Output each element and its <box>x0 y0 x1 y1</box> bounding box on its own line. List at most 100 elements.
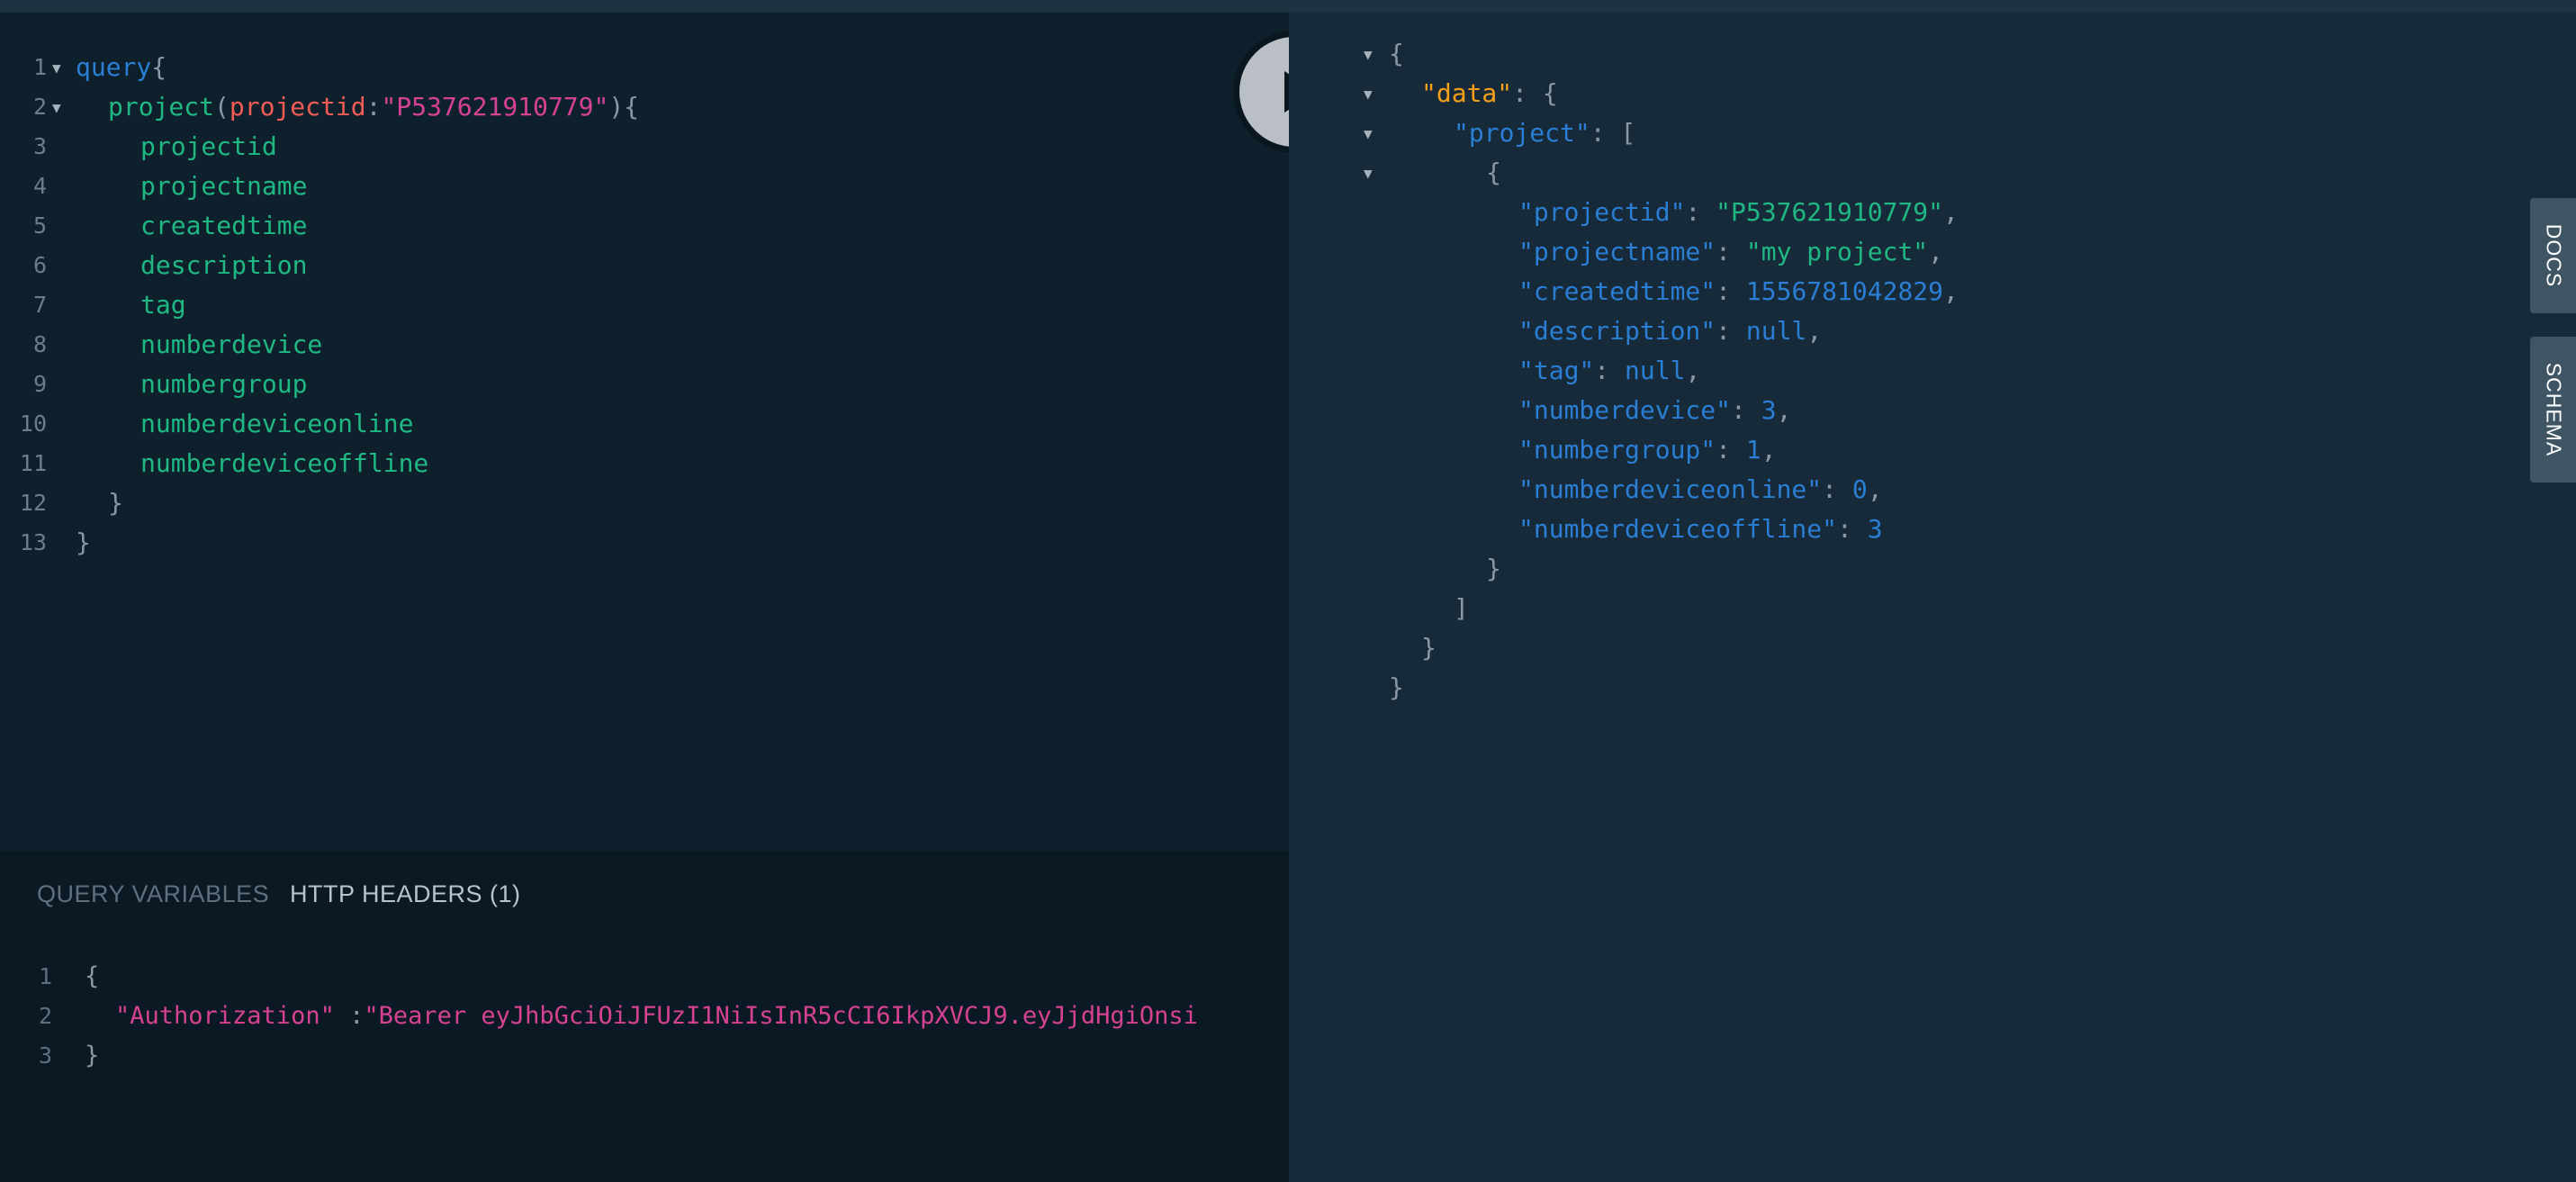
data-key: "data" <box>1421 78 1513 108</box>
comma: , <box>1943 197 1959 227</box>
query-line-2[interactable]: project(projectid:"P537621910779"){ <box>108 87 639 127</box>
result-key: "numbergroup" <box>1518 435 1716 465</box>
docs-tab[interactable]: DOCS <box>2530 198 2576 313</box>
comma: , <box>1806 316 1823 346</box>
top-strip <box>0 0 2576 13</box>
result-project-line: "project": [ <box>1454 113 1635 153</box>
schema-tab[interactable]: SCHEMA <box>2530 337 2576 483</box>
paren-brace: ){ <box>608 92 640 122</box>
line-number: 8 <box>32 331 47 357</box>
line-number: 2 <box>38 1003 52 1029</box>
result-value: 0 <box>1851 474 1868 504</box>
closing-brace[interactable]: } <box>108 483 123 523</box>
result-key: "projectid" <box>1518 197 1686 227</box>
colon: : <box>1716 276 1746 306</box>
comma: , <box>1685 356 1701 385</box>
comma: , <box>1867 474 1883 504</box>
colon: : <box>1716 435 1746 465</box>
query-field[interactable]: projectname <box>140 167 307 206</box>
line-number: 6 <box>32 252 47 278</box>
query-field[interactable]: description <box>140 246 307 285</box>
authorization-header-line[interactable]: "Authorization" :"Bearer eyJhbGciOiJFUzI… <box>115 997 1278 1036</box>
result-value: null <box>1625 356 1686 385</box>
argument-value: "P537621910779" <box>381 92 609 122</box>
comma: , <box>1943 276 1959 306</box>
fold-arrow-icon[interactable]: ▼ <box>1364 34 1373 74</box>
query-field[interactable]: numberdevice <box>140 325 322 365</box>
fold-arrow-icon[interactable]: ▼ <box>1364 113 1373 153</box>
query-field[interactable]: projectid <box>140 127 277 167</box>
colon: : <box>365 92 382 122</box>
line-number: 10 <box>19 411 47 437</box>
fold-arrow-icon[interactable]: ▼ <box>52 48 61 87</box>
tab-query-variables[interactable]: QUERY VARIABLES <box>37 879 269 909</box>
tab-http-headers[interactable]: HTTP HEADERS (1) <box>290 879 521 909</box>
result-close-brace: } <box>1389 672 1404 702</box>
line-number: 5 <box>32 212 47 239</box>
result-open-brace: { <box>1389 39 1404 68</box>
result-field-row: "numberdeviceoffline": 3 <box>1518 510 1883 549</box>
fold-arrow-icon[interactable]: ▼ <box>1364 153 1373 193</box>
fold-arrow-icon[interactable]: ▼ <box>1364 74 1373 113</box>
line-number: 11 <box>19 450 47 476</box>
result-value: 3 <box>1761 395 1777 425</box>
headers-open-brace[interactable]: { <box>85 957 99 997</box>
schema-tab-label: SCHEMA <box>2542 362 2565 457</box>
colon: : <box>1512 78 1543 108</box>
query-line-1[interactable]: query{ <box>76 48 167 87</box>
result-field-row: "tag": null, <box>1518 351 1700 391</box>
result-key: "numberdevice" <box>1518 395 1732 425</box>
header-separator: : <box>334 1002 365 1030</box>
result-value: null <box>1745 316 1807 346</box>
argument-name: projectid <box>229 92 366 122</box>
query-field[interactable]: numberdeviceoffline <box>140 444 428 483</box>
colon: : <box>1685 197 1716 227</box>
result-key: "tag" <box>1518 356 1595 385</box>
colon: : <box>1594 356 1626 385</box>
result-value: 3 <box>1867 514 1883 544</box>
result-field-row: "numberdeviceonline": 0, <box>1518 470 1883 510</box>
query-field[interactable]: createdtime <box>140 206 307 246</box>
query-field[interactable]: numberdeviceonline <box>140 404 413 444</box>
fold-arrow-icon[interactable]: ▼ <box>52 87 61 127</box>
header-value: "Bearer eyJhbGciOiJFUzI1NiIsInR5cCI6IkpX… <box>364 1002 1198 1030</box>
brace: { <box>1542 78 1558 108</box>
query-field[interactable]: numbergroup <box>140 365 307 404</box>
result-key: "description" <box>1518 316 1716 346</box>
project-key: "project" <box>1454 118 1590 148</box>
result-field-row: "projectname": "my project", <box>1518 232 1943 272</box>
header-key: "Authorization" <box>115 1002 335 1030</box>
headers-close-brace[interactable]: } <box>85 1036 99 1076</box>
comma: , <box>1776 395 1792 425</box>
query-keyword: query <box>76 52 152 82</box>
result-key: "projectname" <box>1518 237 1716 266</box>
line-number: 13 <box>19 529 47 555</box>
line-number: 7 <box>32 292 47 318</box>
line-number: 9 <box>32 371 47 397</box>
result-field-row: "numberdevice": 3, <box>1518 391 1791 430</box>
closing-brace[interactable]: } <box>76 523 91 563</box>
line-number: 12 <box>19 490 47 516</box>
result-value: 1556781042829 <box>1745 276 1944 306</box>
colon: : <box>1731 395 1761 425</box>
query-field[interactable]: tag <box>140 285 186 325</box>
docs-tab-label: DOCS <box>2542 223 2565 288</box>
result-viewer[interactable] <box>1289 13 2576 1172</box>
colon: : <box>1837 514 1868 544</box>
result-key: "numberdeviceoffline" <box>1518 514 1838 544</box>
brace: { <box>151 52 167 82</box>
paren: ( <box>214 92 230 122</box>
comma: , <box>1928 237 1944 266</box>
project-field: project <box>108 92 215 122</box>
result-key: "numberdeviceonline" <box>1518 474 1823 504</box>
line-number: 2 <box>32 94 47 120</box>
result-data-close: } <box>1421 633 1437 663</box>
line-number: 1 <box>32 54 47 80</box>
colon: : <box>1716 316 1746 346</box>
result-item-open: { <box>1486 158 1501 187</box>
colon: : <box>1822 474 1852 504</box>
result-field-row: "createdtime": 1556781042829, <box>1518 272 1959 311</box>
result-bracket-close: ] <box>1454 593 1469 623</box>
line-number: 3 <box>32 133 47 159</box>
result-field-row: "numbergroup": 1, <box>1518 430 1777 470</box>
